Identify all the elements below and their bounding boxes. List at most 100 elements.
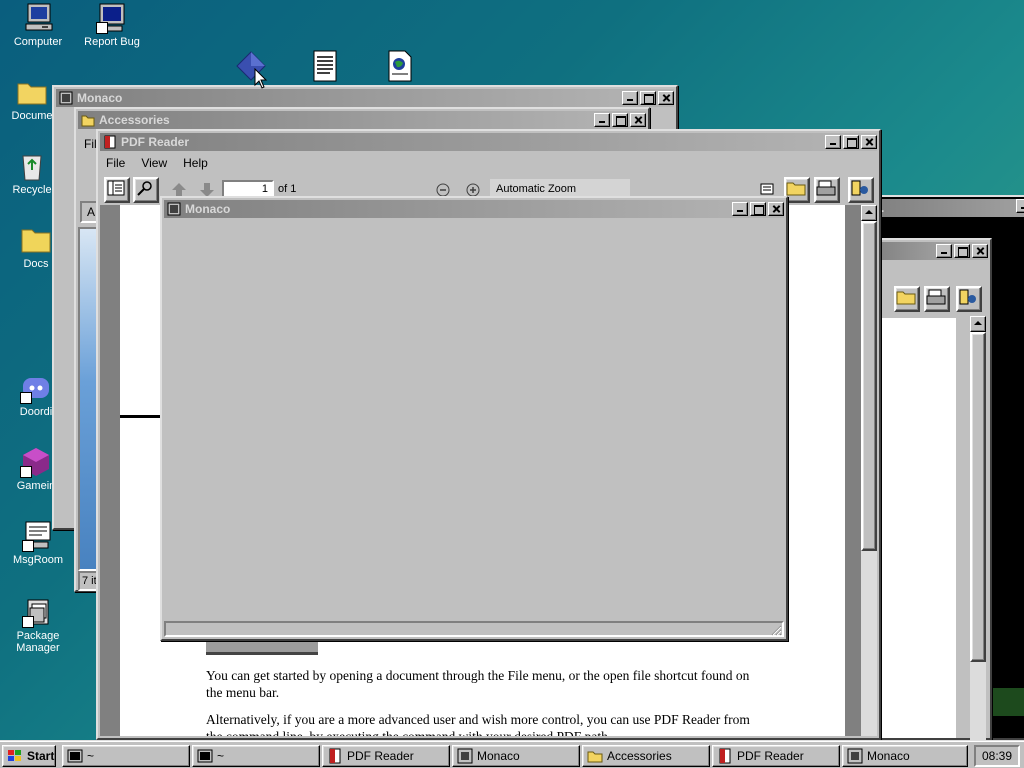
menu-file[interactable]: Fil [84, 137, 97, 151]
terminal-titlebar[interactable]: r. [874, 199, 1024, 217]
pdf-menubar: File View Help [100, 155, 214, 171]
taskbar-item-label: ~ [87, 749, 95, 763]
open-folder-button[interactable] [894, 286, 920, 312]
minimize-button[interactable] [732, 202, 748, 216]
start-button[interactable]: Start [2, 745, 56, 767]
terminal-icon [197, 748, 213, 764]
properties-icon [851, 180, 868, 196]
taskbar-item-label: PDF Reader [737, 749, 804, 763]
taskbar-item-label: PDF Reader [347, 749, 414, 763]
pdf-reader-titlebar[interactable]: PDF Reader [100, 133, 877, 151]
system-tray-clock[interactable]: 08:39 [974, 745, 1020, 767]
minimize-button[interactable] [622, 91, 638, 105]
minimize-button[interactable] [594, 113, 610, 127]
taskbar-item-pdf-reader-2[interactable]: PDF Reader [712, 745, 840, 767]
pdf-file-icon [717, 748, 733, 764]
recycle-bin-icon [16, 150, 48, 182]
editor-app-icon [167, 202, 181, 216]
start-label: Start [27, 749, 55, 763]
taskbar: Start ~ ~ PDF Reader Monaco Accessories … [0, 740, 1024, 768]
minimize-button[interactable] [1016, 199, 1024, 213]
maximize-button[interactable] [954, 244, 970, 258]
window-controls [592, 113, 646, 127]
document-page [882, 318, 956, 738]
pdf-file-icon [103, 135, 117, 149]
document-properties-button[interactable] [848, 177, 874, 203]
sidebar-toggle-button[interactable] [104, 177, 130, 203]
desktop-icon-label: Package Manager [16, 630, 60, 654]
taskbar-item-terminal-2[interactable]: ~ [192, 745, 320, 767]
maximize-button[interactable] [750, 202, 766, 216]
desktop-icon-blue-diamond[interactable] [213, 50, 289, 84]
editor-content-area[interactable] [164, 220, 784, 621]
desktop-icon-report-bug[interactable]: Report Bug [74, 2, 150, 48]
taskbar-item-monaco-2[interactable]: Monaco [842, 745, 968, 767]
start-logo-icon [7, 748, 23, 764]
maximize-button[interactable] [640, 91, 656, 105]
computer-icon [22, 2, 54, 34]
desktop-icon-web-document[interactable] [361, 50, 437, 84]
desktop-icon-package-manager[interactable]: Package Manager [0, 596, 76, 654]
window-controls [730, 202, 784, 216]
close-button[interactable] [861, 135, 877, 149]
accessories-titlebar[interactable]: Accessories [78, 111, 646, 129]
close-button[interactable] [658, 91, 674, 105]
desktop-icon-computer[interactable]: Computer [0, 2, 76, 48]
sidebar-icon [107, 180, 125, 196]
minimize-button[interactable] [825, 135, 841, 149]
folder-icon [587, 748, 603, 764]
resize-grip-icon[interactable] [770, 624, 782, 636]
maximize-button[interactable] [612, 113, 628, 127]
editor-app-icon [457, 748, 473, 764]
scroll-up-button[interactable] [861, 205, 877, 221]
taskbar-item-label: Monaco [867, 749, 910, 763]
taskbar-item-label: ~ [217, 749, 225, 763]
zoom-select-value: Automatic Zoom [496, 183, 577, 195]
window-controls [823, 135, 877, 149]
menu-view[interactable]: View [135, 155, 173, 171]
scroll-up-button[interactable] [970, 316, 986, 332]
web-document-icon [383, 50, 415, 82]
close-button[interactable] [630, 113, 646, 127]
menu-help[interactable]: Help [177, 155, 214, 171]
search-button[interactable] [133, 177, 159, 203]
properties-button[interactable] [956, 286, 982, 312]
menu-file[interactable]: File [100, 155, 131, 171]
printer-icon [926, 289, 946, 305]
print-button[interactable] [814, 177, 840, 203]
package-manager-icon [22, 596, 54, 628]
folder-icon [81, 113, 95, 127]
taskbar-item-accessories[interactable]: Accessories [582, 745, 710, 767]
pdf-file-icon [327, 748, 343, 764]
taskbar-item-terminal-1[interactable]: ~ [62, 745, 190, 767]
close-button[interactable] [972, 244, 988, 258]
report-bug-icon [96, 2, 128, 34]
minimize-button[interactable] [936, 244, 952, 258]
taskbar-item-monaco-1[interactable]: Monaco [452, 745, 580, 767]
print-button[interactable] [924, 286, 950, 312]
vertical-scrollbar[interactable] [861, 205, 877, 736]
scroll-thumb[interactable] [970, 332, 986, 662]
editor-app-icon [59, 91, 73, 105]
monaco-front-titlebar[interactable]: Monaco [164, 200, 784, 218]
editor-app-icon [847, 748, 863, 764]
desktop-icon-label: MsgRoom [12, 554, 64, 566]
window-title: PDF Reader [121, 135, 190, 149]
monaco-window-front[interactable]: Monaco [160, 196, 788, 641]
window-title: Monaco [185, 202, 231, 216]
scroll-thumb[interactable] [861, 221, 877, 551]
window-controls [1014, 199, 1024, 213]
taskbar-item-pdf-reader-1[interactable]: PDF Reader [322, 745, 450, 767]
desktop-icon-label: Report Bug [84, 36, 140, 48]
close-button[interactable] [768, 202, 784, 216]
page-count-label: of 1 [278, 183, 297, 195]
vertical-scrollbar[interactable] [970, 316, 986, 740]
taskbar-item-label: Accessories [607, 749, 672, 763]
window-controls [934, 244, 988, 258]
desktop-icon-text-document[interactable] [286, 50, 362, 84]
maximize-button[interactable] [843, 135, 859, 149]
second-pdf-window[interactable] [868, 238, 992, 740]
msgroom-icon [22, 520, 54, 552]
monaco-back-titlebar[interactable]: Monaco [56, 89, 674, 107]
terminal-green-band [992, 688, 1024, 716]
